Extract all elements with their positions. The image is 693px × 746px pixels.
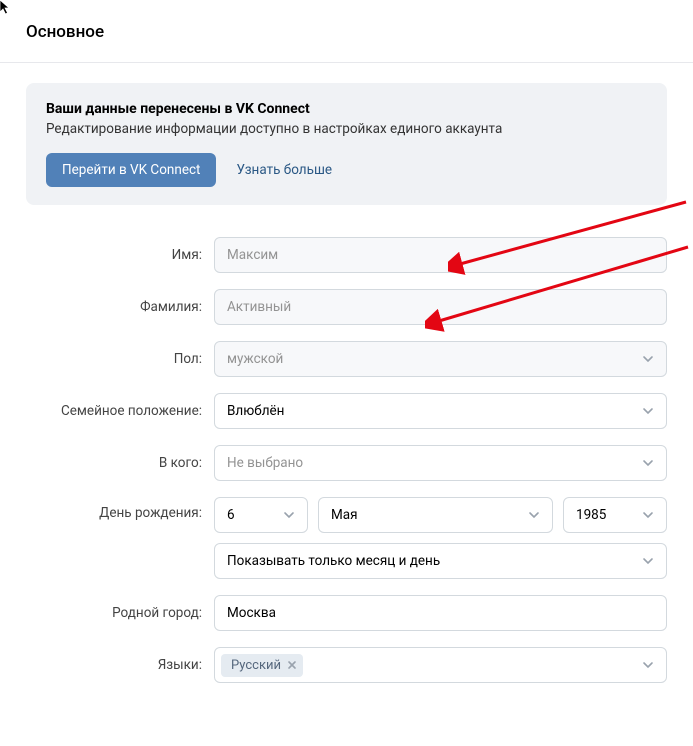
hometown-row: Родной город: [26, 595, 667, 631]
vk-connect-notice: Ваши данные перенесены в VK Connect Реда… [26, 83, 667, 205]
language-tag-label: Русский [231, 658, 281, 673]
first-name-input: Максим [214, 237, 667, 273]
chevron-down-icon [642, 457, 654, 469]
first-name-row: Имя: Максим [26, 237, 667, 273]
birthday-row: День рождения: 6 Мая 1985 Показывать тол… [26, 497, 667, 579]
relationship-label: Семейное положение: [26, 403, 214, 419]
chevron-down-icon [283, 509, 295, 521]
remove-tag-icon[interactable] [287, 660, 297, 670]
interest-in-row: В кого: Не выбрано [26, 445, 667, 481]
last-name-row: Фамилия: Активный [26, 289, 667, 325]
section-header: Основное [0, 0, 693, 63]
language-tag: Русский [221, 654, 303, 677]
birthday-visibility-select[interactable]: Показывать только месяц и день [214, 543, 667, 579]
go-to-vk-connect-button[interactable]: Перейти в VK Connect [46, 153, 216, 187]
hometown-label: Родной город: [26, 605, 214, 621]
page-title: Основное [26, 22, 667, 42]
chevron-down-icon [528, 509, 540, 521]
first-name-label: Имя: [26, 247, 214, 263]
cursor-icon [0, 0, 16, 16]
chevron-down-icon [642, 509, 654, 521]
notice-title: Ваши данные перенесены в VK Connect [46, 101, 647, 117]
languages-row: Языки: Русский [26, 647, 667, 683]
interest-in-select[interactable]: Не выбрано [214, 445, 667, 481]
relationship-row: Семейное положение: Влюблён [26, 393, 667, 429]
last-name-input: Активный [214, 289, 667, 325]
languages-select[interactable]: Русский [214, 647, 667, 683]
chevron-down-icon [642, 555, 654, 567]
chevron-down-icon [642, 353, 654, 365]
birthday-month-select[interactable]: Мая [318, 497, 553, 533]
form-content: Ваши данные перенесены в VK Connect Реда… [0, 63, 693, 719]
learn-more-link[interactable]: Узнать больше [236, 162, 332, 178]
hometown-input[interactable] [214, 595, 667, 631]
chevron-down-icon [642, 659, 654, 671]
chevron-down-icon [642, 405, 654, 417]
birthday-label: День рождения: [26, 497, 214, 521]
gender-row: Пол: мужской [26, 341, 667, 377]
interest-in-label: В кого: [26, 455, 214, 471]
gender-label: Пол: [26, 351, 214, 367]
languages-label: Языки: [26, 657, 214, 673]
birthday-year-select[interactable]: 1985 [563, 497, 667, 533]
notice-text: Редактирование информации доступно в нас… [46, 121, 647, 137]
notice-actions: Перейти в VK Connect Узнать больше [46, 153, 647, 187]
birthday-day-select[interactable]: 6 [214, 497, 308, 533]
last-name-label: Фамилия: [26, 299, 214, 315]
relationship-select[interactable]: Влюблён [214, 393, 667, 429]
gender-select: мужской [214, 341, 667, 377]
